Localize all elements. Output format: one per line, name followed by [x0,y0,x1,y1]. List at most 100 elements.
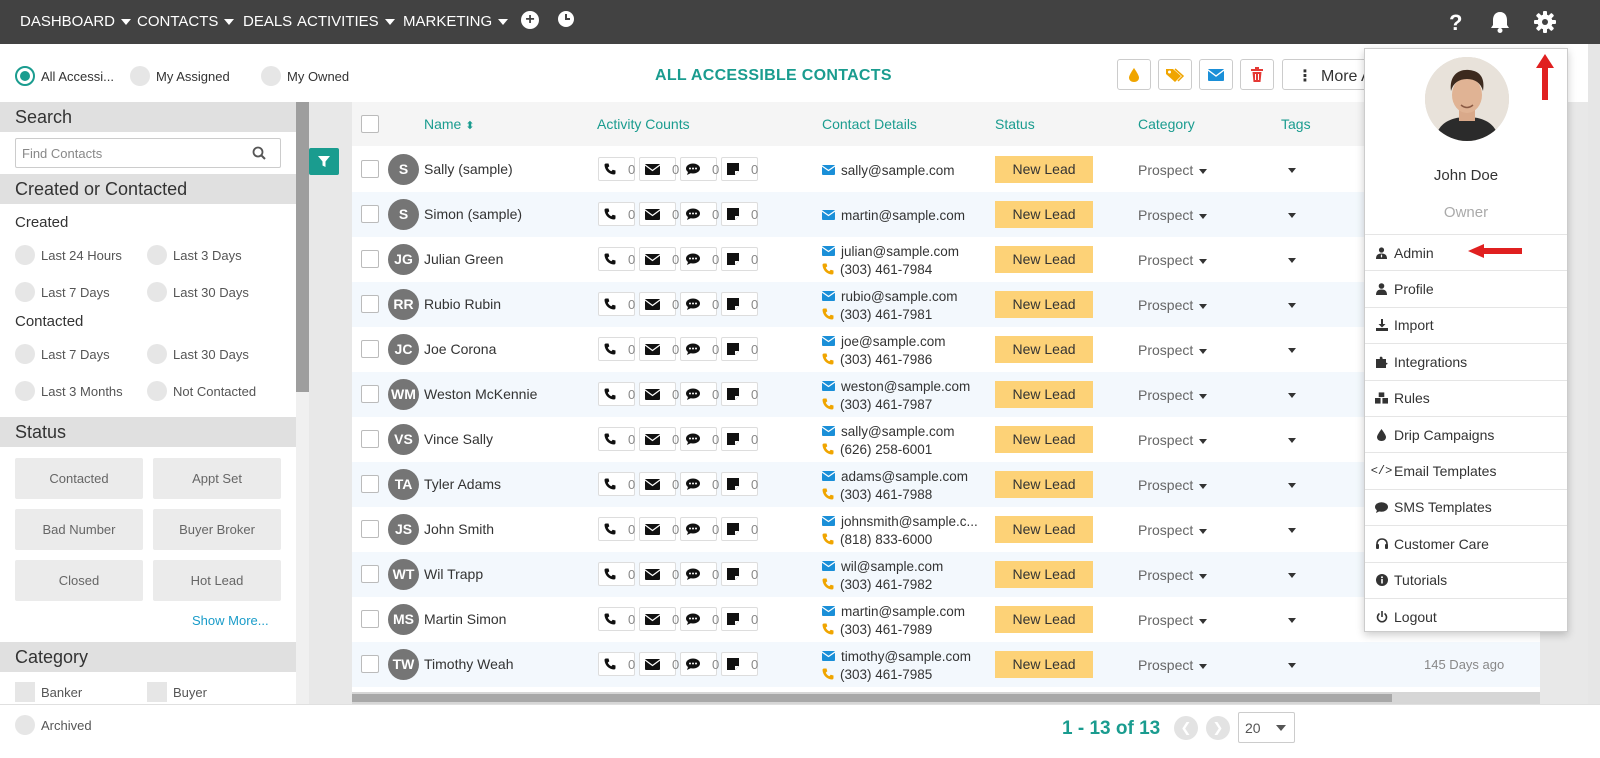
contact-email[interactable]: weston@sample.com [822,377,992,395]
search-icon[interactable] [252,146,266,163]
status-badge[interactable]: New Lead [995,381,1093,408]
activity-count-phone[interactable]: 0 [598,292,635,316]
contact-email[interactable]: johnsmith@sample.c... [822,512,992,530]
tags-dropdown[interactable] [1282,251,1296,267]
nav-marketing[interactable]: MARKETING [403,13,509,30]
tags-dropdown[interactable] [1282,386,1296,402]
activity-count-note[interactable]: 0 [721,562,758,586]
activity-count-note[interactable]: 0 [721,517,758,541]
contact-phone[interactable]: (818) 833-6000 [822,530,992,548]
contact-name-link[interactable]: Rubio Rubin [424,296,501,312]
activity-count-phone[interactable]: 0 [598,607,635,631]
page-scrollbar[interactable] [1588,44,1600,704]
activity-count-note[interactable]: 0 [721,472,758,496]
menu-item-rules[interactable]: Rules [1365,379,1567,416]
activity-count-phone[interactable]: 0 [598,202,635,226]
row-checkbox[interactable] [361,340,379,358]
activity-count-comment[interactable]: 0 [680,562,719,586]
contact-email[interactable]: timothy@sample.com [822,647,992,665]
select-all-checkbox[interactable] [361,115,379,133]
table-row[interactable]: JS John Smith 0 0 0 0 johnsmith@sample.c... (81… [352,507,1540,552]
tags-dropdown[interactable] [1282,161,1296,177]
row-checkbox[interactable] [361,250,379,268]
contact-email[interactable]: sally@sample.com [822,161,992,179]
contact-email[interactable]: sally@sample.com [822,422,992,440]
created-last-3-days[interactable]: Last 3 Days [147,245,242,265]
table-row[interactable]: S Simon (sample) 0 0 0 0 martin@sample.com New … [352,192,1540,237]
category-buyer[interactable]: Buyer [147,682,207,702]
contact-phone[interactable]: (303) 461-7987 [822,395,992,413]
status-contacted-button[interactable]: Contacted [15,458,143,499]
status-badge[interactable]: New Lead [995,201,1093,228]
contact-phone[interactable]: (303) 461-7986 [822,350,992,368]
filter-toggle-button[interactable] [309,148,339,175]
activity-count-note[interactable]: 0 [721,652,758,676]
activity-count-envelope[interactable]: 0 [639,472,679,496]
contact-email[interactable]: julian@sample.com [822,242,992,260]
contact-email[interactable]: rubio@sample.com [822,287,992,305]
activity-count-phone[interactable]: 0 [598,382,635,406]
activity-count-phone[interactable]: 0 [598,562,635,586]
contacted-last-7-days[interactable]: Last 7 Days [15,344,110,364]
activity-count-envelope[interactable]: 0 [639,292,679,316]
per-page-select[interactable]: 20 [1238,712,1295,743]
help-icon[interactable]: ? [1446,10,1470,35]
plus-circle-icon[interactable]: + [521,11,539,29]
row-checkbox[interactable] [361,295,379,313]
contact-name-link[interactable]: Wil Trapp [424,566,483,582]
contact-email[interactable]: martin@sample.com [822,602,992,620]
scope-my-owned[interactable]: My Owned [261,66,349,86]
activity-count-note[interactable]: 0 [721,337,758,361]
created-last-30-days[interactable]: Last 30 Days [147,282,249,302]
tags-dropdown[interactable] [1282,296,1296,312]
status-badge[interactable]: New Lead [995,426,1093,453]
contacted-last-3-months[interactable]: Last 3 Months [15,381,123,401]
column-name[interactable]: Name ⬍ [424,116,474,132]
activity-count-envelope[interactable]: 0 [639,337,679,361]
contact-phone[interactable]: (303) 461-7988 [822,485,992,503]
category-banker[interactable]: Banker [15,682,82,702]
menu-item-integrations[interactable]: Integrations [1365,343,1567,379]
status-appt-set-button[interactable]: Appt Set [153,458,281,499]
activity-count-phone[interactable]: 0 [598,157,635,181]
activity-count-comment[interactable]: 0 [680,247,719,271]
category-dropdown[interactable]: Prospect [1138,342,1208,358]
more-actions-button[interactable]: ⋮More Ac [1282,59,1372,90]
menu-item-customer-care[interactable]: Customer Care [1365,525,1567,561]
scope-my-assigned[interactable]: My Assigned [130,66,230,86]
scroll-thumb[interactable] [352,694,1392,702]
activity-count-note[interactable]: 0 [721,607,758,631]
activity-count-note[interactable]: 0 [721,382,758,406]
activity-count-note[interactable]: 0 [721,247,758,271]
status-badge[interactable]: New Lead [995,516,1093,543]
activity-count-comment[interactable]: 0 [680,382,719,406]
status-badge[interactable]: New Lead [995,156,1093,183]
table-row[interactable]: TA Tyler Adams 0 0 0 0 adams@sample.com (303) 4… [352,462,1540,507]
activity-count-note[interactable]: 0 [721,292,758,316]
activity-count-envelope[interactable]: 0 [639,202,679,226]
contact-email[interactable]: adams@sample.com [822,467,992,485]
status-closed-button[interactable]: Closed [15,560,143,601]
activity-count-comment[interactable]: 0 [680,517,719,541]
menu-item-profile[interactable]: Profile [1365,270,1567,306]
email-button[interactable] [1199,59,1233,90]
search-input[interactable]: Find Contacts [15,138,281,168]
activity-count-comment[interactable]: 0 [680,652,719,676]
nav-dashboard[interactable]: DASHBOARD [20,13,132,30]
sidebar-scrollbar[interactable] [296,102,309,392]
tags-dropdown[interactable] [1282,611,1296,627]
table-row[interactable]: JG Julian Green 0 0 0 0 julian@sample.com (303)… [352,237,1540,282]
contact-phone[interactable]: (303) 461-7985 [822,665,992,683]
status-badge[interactable]: New Lead [995,651,1093,678]
tags-dropdown[interactable] [1282,206,1296,222]
table-row[interactable]: JC Joe Corona 0 0 0 0 joe@sample.com (303) 461-… [352,327,1540,372]
contact-phone[interactable]: (303) 461-7981 [822,305,992,323]
contact-phone[interactable]: (303) 461-7982 [822,575,992,593]
activity-count-phone[interactable]: 0 [598,337,635,361]
category-dropdown[interactable]: Prospect [1138,612,1208,628]
status-bad-number-button[interactable]: Bad Number [15,509,143,550]
menu-item-drip-campaigns[interactable]: Drip Campaigns [1365,416,1567,452]
created-last-7-days[interactable]: Last 7 Days [15,282,110,302]
menu-item-import[interactable]: Import [1365,306,1567,343]
contact-phone[interactable]: (626) 258-6001 [822,440,992,458]
